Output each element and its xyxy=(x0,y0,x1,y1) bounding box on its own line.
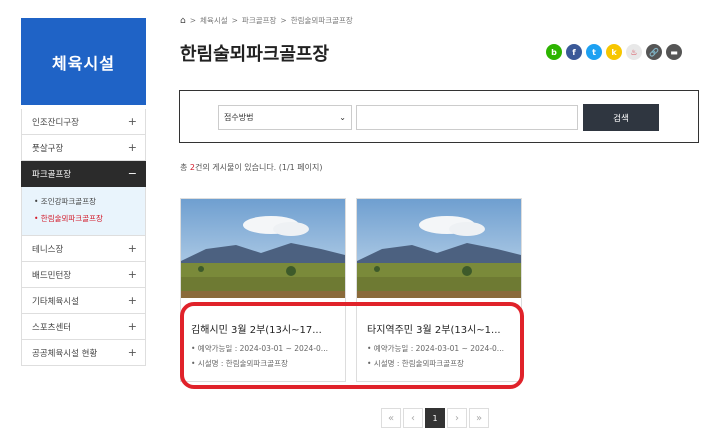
sidebar-subitem-joingang[interactable]: • 조인강파크골프장 xyxy=(34,193,135,210)
card-title: 타지역주민 3월 2부(13시~1... xyxy=(367,325,501,336)
sidebar-item-sports-center[interactable]: 스포츠센터 + xyxy=(21,314,146,340)
share-bar: b f t k ♨ 🔗 ▬ xyxy=(546,44,682,60)
collapse-icon: − xyxy=(127,167,137,180)
first-page-button[interactable]: « xyxy=(381,408,401,428)
breadcrumb-separator: > xyxy=(280,16,287,25)
breadcrumb-separator: > xyxy=(231,16,238,25)
expand-icon: + xyxy=(127,141,137,154)
print-icon[interactable]: ▬ xyxy=(666,44,682,60)
sidebar-item-tennis[interactable]: 테니스장 + xyxy=(21,236,146,262)
expand-icon: + xyxy=(127,242,137,255)
sidebar-item-label: 배드민턴장 xyxy=(32,270,72,281)
home-icon[interactable]: ⌂ xyxy=(180,16,186,26)
sidebar-item-label: 인조잔디구장 xyxy=(32,117,79,128)
card-thumbnail xyxy=(181,199,345,298)
sidebar-submenu: • 조인강파크골프장 • 한림술뫼파크골프장 xyxy=(21,187,146,236)
last-page-button[interactable]: » xyxy=(469,408,489,428)
sidebar-item-label: 테니스장 xyxy=(32,244,64,255)
breadcrumb: ⌂ > 체육시설 > 파크골프장 > 한림술뫼파크골프장 xyxy=(180,15,353,26)
search-button[interactable]: 검색 xyxy=(583,104,659,131)
blog-share-icon[interactable]: b xyxy=(546,44,562,60)
breadcrumb-separator: > xyxy=(189,16,197,25)
expand-icon: + xyxy=(127,115,137,128)
breadcrumb-item-sports[interactable]: 체육시설 xyxy=(200,15,228,26)
card-title: 김해시민 3월 2부(13시~17... xyxy=(191,325,322,336)
chevron-down-icon: ⌄ xyxy=(339,113,346,122)
expand-icon: + xyxy=(127,268,137,281)
sidebar-item-label: 스포츠센터 xyxy=(32,322,72,333)
breadcrumb-item-current: 한림술뫼파크골프장 xyxy=(290,16,353,25)
expand-icon: + xyxy=(127,294,137,307)
result-count: 총 2건의 게시물이 있습니다. (1/1 페이지) xyxy=(180,163,323,172)
sidebar-item-badminton[interactable]: 배드민턴장 + xyxy=(21,262,146,288)
facility-card[interactable]: 김해시민 3월 2부(13시~17... • 예약가능일 : 2024-03-0… xyxy=(180,198,346,382)
card-period: • 예약가능일 : 2024-03-01 ~ 2024-0... xyxy=(367,344,504,353)
breadcrumb-item-park-golf[interactable]: 파크골프장 xyxy=(242,15,277,26)
expand-icon: + xyxy=(127,346,137,359)
page-title: 한림술뫼파크골프장 xyxy=(180,44,330,65)
sidebar-item-label: 공공체육시설 현황 xyxy=(32,348,98,359)
card-thumbnail xyxy=(357,199,521,298)
prev-page-button[interactable]: ‹ xyxy=(403,408,423,428)
card-facility: • 시설명 : 한림술뫼파크골프장 xyxy=(191,359,288,368)
sidebar: 체육시설 인조잔디구장 + 풋살구장 + 파크골프장 − • 조인강파크골프장 … xyxy=(21,18,146,366)
pagination: « ‹ 1 › » xyxy=(381,408,489,428)
next-page-button[interactable]: › xyxy=(447,408,467,428)
expand-icon: + xyxy=(127,320,137,333)
search-input[interactable] xyxy=(356,105,578,130)
kakao-share-icon[interactable]: k xyxy=(606,44,622,60)
search-box: 접수방법 ⌄ 검색 xyxy=(179,90,699,143)
search-category-select[interactable]: 접수방법 ⌄ xyxy=(218,105,352,130)
sidebar-item-park-golf[interactable]: 파크골프장 − xyxy=(21,161,146,187)
card-facility: • 시설명 : 한림술뫼파크골프장 xyxy=(367,359,464,368)
facebook-share-icon[interactable]: f xyxy=(566,44,582,60)
select-value: 접수방법 xyxy=(224,113,254,122)
sidebar-item-public-status[interactable]: 공공체육시설 현황 + xyxy=(21,340,146,366)
sidebar-item-label: 기타체육시설 xyxy=(32,296,79,307)
sidebar-title: 체육시설 xyxy=(21,18,146,105)
sidebar-item-label: 파크골프장 xyxy=(32,169,72,180)
sidebar-item-label: 풋살구장 xyxy=(32,143,64,154)
card-period: • 예약가능일 : 2024-03-01 ~ 2024-0... xyxy=(191,344,328,353)
band-share-icon[interactable]: ♨ xyxy=(626,44,642,60)
facility-card[interactable]: 타지역주민 3월 2부(13시~1... • 예약가능일 : 2024-03-0… xyxy=(356,198,522,382)
link-copy-icon[interactable]: 🔗 xyxy=(646,44,662,60)
page-number-current[interactable]: 1 xyxy=(425,408,445,428)
sidebar-item-other-facilities[interactable]: 기타체육시설 + xyxy=(21,288,146,314)
twitter-share-icon[interactable]: t xyxy=(586,44,602,60)
sidebar-item-artificial-turf[interactable]: 인조잔디구장 + xyxy=(21,109,146,135)
sidebar-subitem-hallim-sulmoe[interactable]: • 한림술뫼파크골프장 xyxy=(34,210,135,227)
sidebar-item-futsal[interactable]: 풋살구장 + xyxy=(21,135,146,161)
